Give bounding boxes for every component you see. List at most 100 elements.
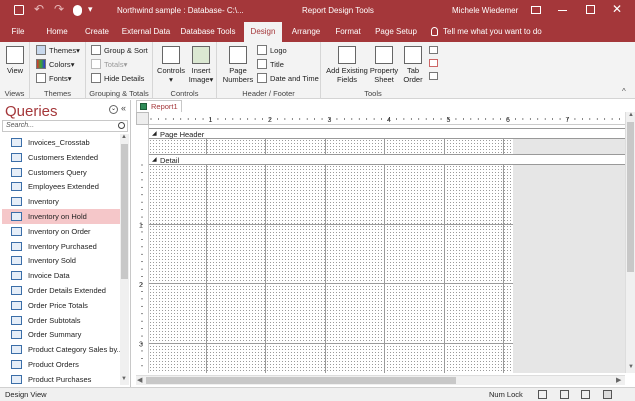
page-header-section-bar[interactable]: ◢ Page Header (149, 128, 635, 139)
print-preview-icon[interactable] (560, 390, 569, 399)
nav-query-item[interactable]: Inventory on Hold (2, 209, 120, 224)
design-view-icon[interactable] (603, 390, 612, 399)
nav-query-item[interactable]: Order Details Extended (2, 283, 120, 298)
nav-query-item[interactable]: Employees Extended (2, 179, 120, 194)
nav-pane-dropdown-icon[interactable]: ⌄ (109, 105, 118, 114)
report-icon (140, 103, 147, 110)
themes-button[interactable]: Themes ▾ (36, 45, 80, 55)
date-time-button[interactable]: Date and Time (257, 73, 319, 83)
nav-query-item[interactable]: Product Category Sales by... (2, 342, 120, 357)
close-icon[interactable]: ✕ (612, 2, 622, 16)
nav-query-item[interactable]: Customers Extended (2, 150, 120, 165)
nav-query-label: Invoices_Crosstab (28, 138, 90, 147)
redo-icon[interactable]: ↷ (54, 2, 64, 16)
undo-icon[interactable]: ↶ (34, 2, 44, 16)
colors-button[interactable]: Colors ▾ (36, 59, 74, 69)
nav-query-item[interactable]: Invoice Data (2, 268, 120, 283)
tab-format[interactable]: Format (331, 22, 365, 42)
insert-image-icon (192, 46, 210, 64)
fonts-button[interactable]: Fonts ▾ (36, 73, 72, 83)
nav-query-label: Order Subtotals (28, 315, 81, 325)
detail-section-bar[interactable]: ◢ Detail (149, 154, 635, 165)
ribbon-display-options-icon[interactable] (531, 6, 541, 14)
work-horizontal-scrollbar[interactable]: ◀ ▶ (136, 375, 625, 385)
page-numbers-button[interactable]: Page Numbers (221, 46, 255, 84)
nav-query-item[interactable]: Inventory (2, 194, 120, 209)
add-existing-fields-button[interactable]: Add Existing Fields (325, 46, 369, 84)
tell-me-box[interactable]: Tell me what you want to do (443, 22, 542, 42)
convert-macros-icon[interactable] (429, 72, 438, 80)
view-code-icon[interactable] (429, 59, 438, 67)
hide-details-button[interactable]: Hide Details (91, 73, 144, 83)
nav-scrollbar[interactable]: ▲ ▼ (120, 134, 129, 385)
tab-page-setup[interactable]: Page Setup (372, 22, 420, 42)
group-sort-button[interactable]: Group & Sort (91, 45, 148, 55)
tab-file[interactable]: File (6, 22, 30, 42)
nav-query-item[interactable]: Product Orders (2, 357, 120, 372)
nav-query-item[interactable]: Inventory on Order (2, 224, 120, 239)
shutter-bar-icon[interactable]: « (121, 103, 126, 113)
minimize-icon[interactable] (558, 10, 567, 11)
nav-query-label: Inventory on Hold (28, 212, 87, 221)
scroll-down-icon[interactable]: ▼ (121, 376, 127, 382)
customize-qat-icon[interactable]: ▾ (88, 4, 93, 15)
nav-query-item[interactable]: Product Purchases (2, 372, 120, 387)
nav-query-item[interactable]: Inventory Sold (2, 253, 120, 268)
group-sort-icon (91, 45, 101, 55)
detail-grid[interactable] (149, 165, 513, 373)
nav-query-item[interactable]: Order Summary (2, 327, 120, 342)
nav-query-item[interactable]: Invoices_Crosstab (2, 135, 120, 150)
tab-arrange[interactable]: Arrange (289, 22, 323, 42)
nav-pane-title[interactable]: Queries (5, 103, 58, 120)
scroll-right-icon[interactable]: ▶ (616, 376, 621, 384)
nav-query-item[interactable]: Order Price Totals (2, 298, 120, 313)
tab-create[interactable]: Create (82, 22, 112, 42)
report-select-box[interactable] (136, 112, 149, 125)
restore-icon[interactable] (586, 5, 595, 14)
nav-query-item[interactable]: Order Subtotals (2, 313, 120, 328)
scroll-left-icon[interactable]: ◀ (137, 376, 142, 384)
tab-order-button[interactable]: Tab Order (401, 46, 425, 84)
tab-external-data[interactable]: External Data (121, 22, 171, 42)
totals-button[interactable]: Totals ▾ (91, 59, 127, 69)
touch-mode-icon[interactable] (73, 5, 82, 16)
nav-search-box[interactable]: Search... (2, 120, 128, 132)
logo-button[interactable]: Logo (257, 45, 287, 55)
ruler-number: 1 (209, 117, 213, 124)
tab-design[interactable]: Design (244, 22, 282, 42)
query-icon (11, 360, 22, 369)
tab-home[interactable]: Home (42, 22, 72, 42)
work-vertical-scrollbar[interactable]: ▲ ▼ (625, 112, 635, 373)
scroll-up-icon[interactable]: ▲ (121, 134, 127, 140)
title-button[interactable]: Title (257, 59, 284, 69)
nav-query-item[interactable]: Customers Query (2, 165, 120, 180)
subform-icon[interactable] (429, 46, 438, 54)
layout-view-icon[interactable] (581, 390, 590, 399)
collapse-ribbon-icon[interactable]: ^ (622, 87, 626, 96)
view-button[interactable]: View (4, 46, 26, 75)
user-name[interactable]: Michele Wiedemer (452, 6, 518, 15)
scroll-down-icon[interactable]: ▼ (628, 364, 634, 370)
property-sheet-button[interactable]: Property Sheet (369, 46, 399, 84)
controls-button[interactable]: Controls ▾ (155, 46, 187, 84)
scroll-thumb[interactable] (121, 144, 128, 279)
tab-database-tools[interactable]: Database Tools (179, 22, 237, 42)
query-icon (11, 212, 22, 221)
report-view-icon[interactable] (538, 390, 547, 399)
save-icon[interactable] (14, 5, 24, 15)
vertical-scroll-thumb[interactable] (627, 122, 634, 272)
horizontal-ruler: 1 2 3 4 5 6 7 (149, 112, 635, 125)
nav-query-label: Product Orders (28, 360, 79, 369)
nav-query-label: Product Purchases (28, 374, 92, 384)
view-icon (6, 46, 24, 64)
header-footer-group-label: Header / Footer (242, 89, 295, 98)
search-icon[interactable] (118, 122, 125, 129)
nav-query-item[interactable]: Inventory Purchased (2, 239, 120, 254)
section-marker-icon: ◢ (152, 131, 157, 137)
horizontal-scroll-thumb[interactable] (146, 377, 456, 384)
document-tab[interactable]: Report1 (136, 100, 182, 112)
insert-image-button[interactable]: Insert Image▾ (187, 46, 215, 84)
query-icon (11, 286, 22, 295)
scroll-up-icon[interactable]: ▲ (628, 112, 634, 118)
page-header-grid[interactable] (149, 139, 513, 154)
